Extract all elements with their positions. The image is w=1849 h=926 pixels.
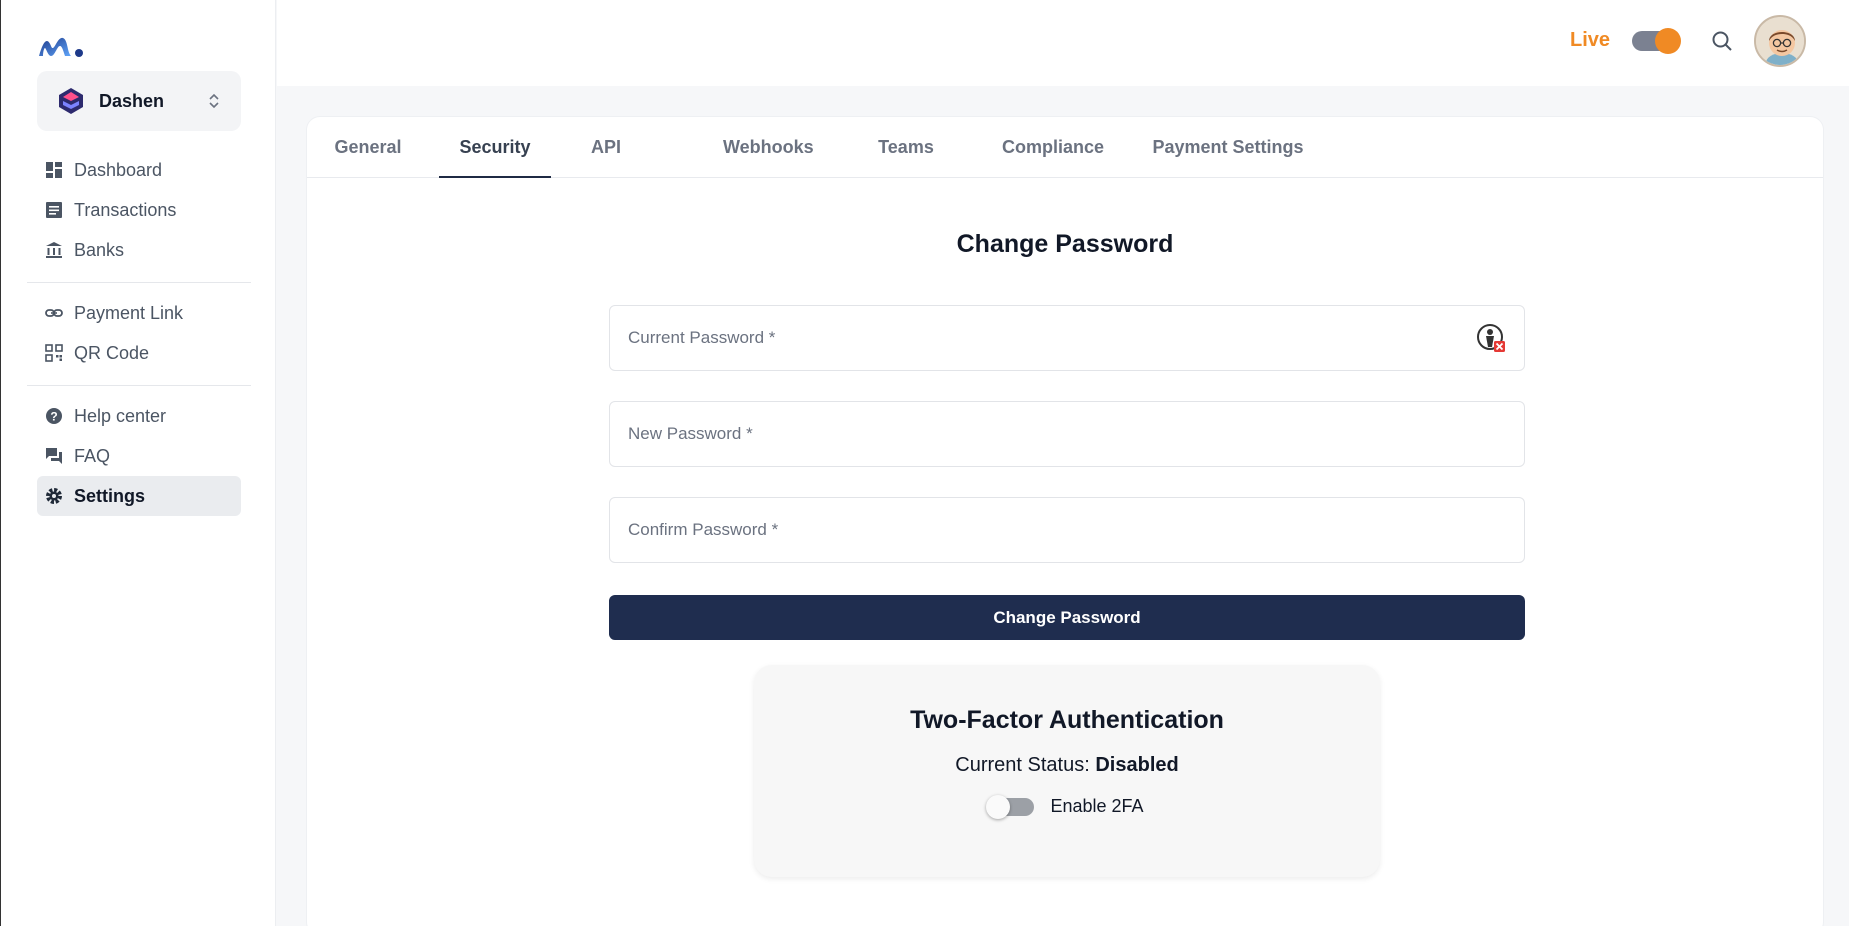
nav-group-main: Dashboard Transactions Banks bbox=[37, 150, 241, 270]
nav-group-tools: Payment Link QR Code bbox=[37, 293, 241, 373]
confirm-password-field bbox=[609, 497, 1525, 563]
two-factor-title: Two-Factor Authentication bbox=[910, 706, 1224, 734]
enable-2fa-label: Enable 2FA bbox=[1050, 796, 1144, 816]
list-icon bbox=[46, 202, 62, 218]
org-name: Dashen bbox=[99, 90, 165, 111]
tab-webhooks[interactable]: Webhooks bbox=[723, 117, 814, 178]
top-header bbox=[277, 0, 1849, 86]
svg-text:?: ? bbox=[50, 410, 57, 424]
search-icon[interactable] bbox=[1710, 29, 1734, 53]
sidebar-item-dashboard[interactable]: Dashboard bbox=[37, 150, 241, 190]
chevron-up-down-icon bbox=[209, 93, 219, 109]
toggle-knob bbox=[1655, 28, 1681, 54]
sidebar-item-qr-code[interactable]: QR Code bbox=[37, 333, 241, 373]
sidebar-item-label: QR Code bbox=[74, 342, 150, 363]
live-mode-toggle[interactable] bbox=[1632, 28, 1681, 54]
dashboard-icon bbox=[46, 162, 62, 178]
two-factor-panel: Two-Factor Authentication Current Status… bbox=[754, 665, 1380, 877]
sidebar-item-label: Help center bbox=[74, 405, 167, 426]
link-icon bbox=[45, 309, 63, 317]
page-title: Change Password bbox=[956, 230, 1174, 258]
confirm-password-input[interactable] bbox=[628, 520, 1506, 540]
password-manager-icon[interactable] bbox=[1476, 323, 1506, 353]
tab-api[interactable]: API bbox=[589, 117, 623, 178]
sidebar-item-transactions[interactable]: Transactions bbox=[37, 190, 241, 230]
sidebar-item-label: FAQ bbox=[74, 445, 111, 466]
current-password-field bbox=[609, 305, 1525, 371]
sidebar-item-label: Transactions bbox=[74, 199, 177, 220]
live-mode-label: Live bbox=[1570, 29, 1611, 51]
sidebar: Dashen Dashboard Transactions Banks Paym… bbox=[0, 0, 276, 926]
enable-2fa-toggle[interactable] bbox=[986, 794, 1035, 819]
settings-card: General Security API Webhooks Teams Comp… bbox=[306, 116, 1824, 926]
chat-icon bbox=[46, 448, 62, 464]
sidebar-item-payment-link[interactable]: Payment Link bbox=[37, 293, 241, 333]
sidebar-item-label: Settings bbox=[74, 485, 146, 506]
sidebar-item-label: Payment Link bbox=[74, 302, 184, 323]
settings-tabs: General Security API Webhooks Teams Comp… bbox=[307, 117, 1823, 178]
status-prefix: Current Status: bbox=[955, 754, 1090, 776]
sidebar-item-faq[interactable]: FAQ bbox=[37, 436, 241, 476]
status-badge: Disabled bbox=[1095, 754, 1179, 776]
two-factor-toggle-row: Enable 2FA bbox=[754, 794, 1380, 819]
help-icon: ? bbox=[46, 408, 62, 424]
org-logo-icon bbox=[59, 88, 83, 114]
sidebar-item-banks[interactable]: Banks bbox=[37, 230, 241, 270]
org-switcher[interactable]: Dashen bbox=[37, 71, 241, 131]
avatar[interactable] bbox=[1754, 15, 1806, 67]
sidebar-divider bbox=[27, 282, 251, 283]
brand-logo-icon[interactable] bbox=[37, 32, 85, 60]
tab-security[interactable]: Security bbox=[439, 117, 551, 178]
gear-icon bbox=[46, 488, 62, 504]
new-password-input[interactable] bbox=[628, 424, 1506, 444]
tab-payment-settings[interactable]: Payment Settings bbox=[1151, 117, 1305, 178]
tab-teams[interactable]: Teams bbox=[873, 117, 939, 178]
nav-group-support: ? Help center FAQ Settings bbox=[37, 396, 241, 516]
toggle-knob bbox=[986, 794, 1011, 819]
tab-general[interactable]: General bbox=[333, 117, 403, 178]
sidebar-item-help-center[interactable]: ? Help center bbox=[37, 396, 241, 436]
qr-code-icon bbox=[45, 344, 63, 362]
tab-compliance[interactable]: Compliance bbox=[997, 117, 1109, 178]
change-password-button[interactable]: Change Password bbox=[609, 595, 1525, 640]
sidebar-item-settings[interactable]: Settings bbox=[37, 476, 241, 516]
current-password-input[interactable] bbox=[628, 328, 1476, 348]
two-factor-status: Current Status: Disabled bbox=[754, 754, 1380, 777]
sidebar-item-label: Dashboard bbox=[74, 159, 163, 180]
new-password-field bbox=[609, 401, 1525, 467]
sidebar-item-label: Banks bbox=[74, 239, 125, 260]
bank-icon bbox=[46, 242, 62, 258]
sidebar-divider bbox=[27, 385, 251, 386]
